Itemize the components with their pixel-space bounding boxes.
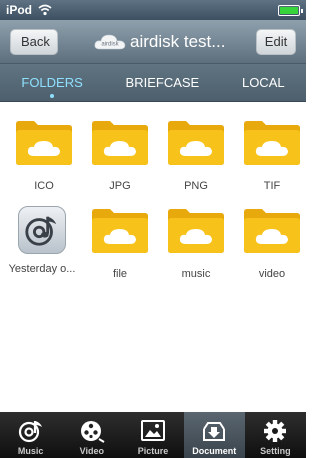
- bottom-tab-video[interactable]: Video: [61, 412, 122, 458]
- title-text: airdisk test...: [130, 32, 226, 51]
- nav-bar: Back airdisk airdisk test... Edit: [0, 20, 306, 64]
- download-box-icon: [203, 422, 226, 441]
- folder-grid: ICO JPG PNG TIF Yesterday o... file musi…: [0, 102, 306, 412]
- tab-local[interactable]: LOCAL: [232, 75, 295, 90]
- back-button[interactable]: Back: [10, 29, 58, 55]
- bottom-tab-label: Document: [192, 446, 237, 456]
- wifi-icon: [38, 4, 52, 16]
- tab-bar: FOLDERS BRIEFCASE LOCAL: [0, 64, 306, 102]
- bottom-tab-document[interactable]: Document: [183, 412, 245, 458]
- folder-item-jpg[interactable]: JPG: [82, 118, 158, 192]
- item-label: Yesterday o...: [8, 263, 76, 275]
- svg-text:airdisk: airdisk: [101, 42, 119, 48]
- item-label: JPG: [109, 180, 131, 192]
- item-label: file: [112, 268, 128, 280]
- bottom-tab-picture[interactable]: Picture: [122, 412, 183, 458]
- tab-folders[interactable]: FOLDERS: [11, 75, 92, 98]
- folder-icon: [168, 121, 224, 165]
- folder-item-tif[interactable]: TIF: [234, 118, 310, 192]
- picture-icon: [141, 420, 165, 441]
- bottom-tab-label: Picture: [137, 446, 169, 456]
- item-label: video: [258, 268, 286, 280]
- file-item-yesterday[interactable]: Yesterday o...: [2, 206, 82, 275]
- edit-button[interactable]: Edit: [256, 29, 296, 55]
- bottom-tab-music[interactable]: Music: [0, 412, 61, 458]
- folder-item-ico[interactable]: ICO: [6, 118, 82, 192]
- folder-item-file[interactable]: file: [82, 206, 158, 280]
- item-label: PNG: [184, 180, 208, 192]
- music-icon: [18, 421, 42, 443]
- folder-icon: [168, 209, 224, 253]
- item-label: music: [181, 268, 211, 280]
- folder-item-music[interactable]: music: [158, 206, 234, 280]
- battery-icon: [278, 5, 303, 16]
- status-bar: iPod: [0, 0, 306, 20]
- folder-item-png[interactable]: PNG: [158, 118, 234, 192]
- film-reel-icon: [80, 421, 105, 443]
- music-file-icon: [18, 206, 66, 254]
- folder-item-video[interactable]: video: [234, 206, 310, 280]
- bottom-tab-setting[interactable]: Setting: [245, 412, 306, 458]
- folder-icon: [92, 121, 148, 165]
- page-title: airdisk airdisk test...: [93, 20, 225, 64]
- bottom-tab-label: Video: [79, 446, 104, 456]
- folder-icon: [92, 209, 148, 253]
- folder-icon: [244, 209, 300, 253]
- gear-icon: [264, 420, 287, 442]
- bottom-tab-label: Music: [17, 446, 44, 456]
- folder-icon: [244, 121, 300, 165]
- item-label: ICO: [34, 180, 54, 192]
- item-label: TIF: [263, 180, 281, 192]
- bottom-tab-label: Setting: [260, 446, 291, 456]
- device-name: iPod: [6, 3, 32, 17]
- airdisk-cloud-logo: airdisk: [94, 34, 126, 50]
- bottom-tab-bar: Music Video Picture Document Setting: [0, 412, 306, 458]
- folder-icon: [16, 121, 72, 165]
- tab-briefcase[interactable]: BRIEFCASE: [116, 75, 210, 90]
